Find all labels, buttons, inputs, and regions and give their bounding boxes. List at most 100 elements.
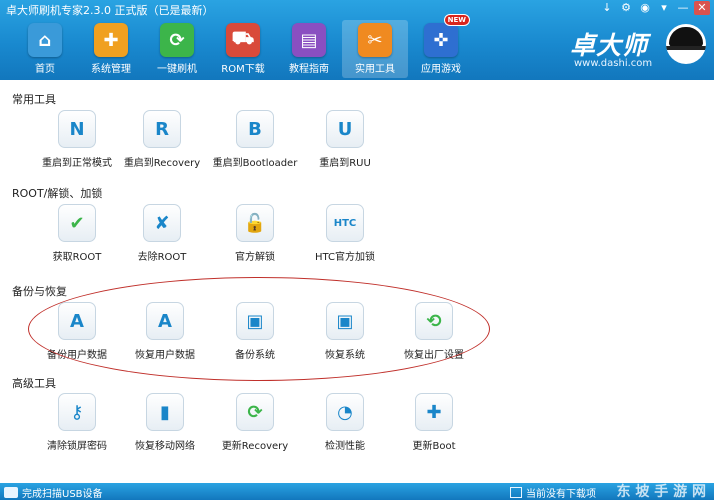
restore-disk-icon: ▣: [326, 302, 364, 340]
signal-icon: ▮: [146, 393, 184, 431]
nav-item-apps[interactable]: ✜ NEW 应用游戏: [408, 14, 474, 78]
medkit-icon: ✚: [94, 23, 128, 57]
app-header: 卓大师刷机专家2.3.0 正式版（已是最新） ↓ ⚙ ◉ ▾ — ✕ ⌂ 首页 …: [0, 0, 714, 80]
usb-status-text: 完成扫描USB设备: [22, 489, 103, 500]
reboot-normal-icon: N: [58, 110, 96, 148]
weibo-icon[interactable]: ◉: [637, 1, 653, 15]
section-title-root: ROOT/解锁、加锁: [12, 187, 103, 200]
download-status-text: 当前没有下载项: [526, 489, 596, 500]
tool-label: 重启到Bootloader: [212, 158, 298, 169]
unlock-icon: 🔓: [236, 204, 274, 242]
reboot-ruu-icon: U: [326, 110, 364, 148]
tool-performance-test[interactable]: ◔ 检测性能: [301, 393, 389, 452]
nav-label: 系统管理: [91, 64, 131, 75]
nav-label: ROM下载: [221, 64, 265, 75]
backup-user-data-icon: A: [58, 302, 96, 340]
tool-factory-reset[interactable]: ⟲ 恢复出厂设置: [390, 302, 478, 361]
tool-backup-user-data[interactable]: A 备份用户数据: [33, 302, 121, 361]
tool-restore-user-data[interactable]: A 恢复用户数据: [121, 302, 209, 361]
nav-label: 一键刷机: [157, 64, 197, 75]
medkit-icon: ✚: [415, 393, 453, 431]
status-bar: 完成扫描USB设备 当前没有下载项 东 坡 手 游 网: [0, 483, 714, 500]
window-controls: ↓ ⚙ ◉ ▾ — ✕: [599, 1, 710, 15]
tool-label: HTC官方加锁: [314, 252, 376, 263]
tool-label: 恢复移动网络: [135, 441, 195, 452]
tool-label: 更新Boot: [412, 441, 456, 452]
tool-restore-mobile-network[interactable]: ▮ 恢复移动网络: [121, 393, 209, 452]
lock-icon: HTC: [326, 204, 364, 242]
download-status[interactable]: 当前没有下载项: [510, 485, 596, 500]
tool-label: 恢复系统: [325, 350, 365, 361]
reboot-bootloader-icon: B: [236, 110, 274, 148]
nav-label: 教程指南: [289, 64, 329, 75]
factory-reset-icon: ⟲: [415, 302, 453, 340]
update-recovery-icon: ⟳: [236, 393, 274, 431]
tool-label: 恢复用户数据: [135, 350, 195, 361]
nav-item-flash[interactable]: ⟳ 一键刷机: [144, 20, 210, 78]
tool-label: 去除ROOT: [137, 252, 187, 263]
section-title-common: 常用工具: [12, 93, 56, 106]
tool-get-root[interactable]: ✔ 获取ROOT: [33, 204, 121, 263]
section-title-advanced: 高级工具: [12, 377, 56, 390]
tool-backup-system[interactable]: ▣ 备份系统: [211, 302, 299, 361]
settings-icon[interactable]: ⚙: [618, 1, 634, 15]
pie-chart-icon: ◔: [326, 393, 364, 431]
restore-user-data-icon: A: [146, 302, 184, 340]
tool-restore-system[interactable]: ▣ 恢复系统: [301, 302, 389, 361]
usb-status: 完成扫描USB设备: [4, 485, 103, 500]
android-unroot-icon: ✘: [143, 204, 181, 242]
watermark: 东 坡 手 游 网: [616, 484, 707, 500]
tool-label: 官方解锁: [235, 252, 275, 263]
download-icon[interactable]: ↓: [599, 1, 615, 15]
minimize-button[interactable]: —: [675, 1, 691, 15]
home-icon: ⌂: [28, 23, 62, 57]
tool-label: 备份系统: [235, 350, 275, 361]
nav-item-tools[interactable]: ✂ 实用工具: [342, 20, 408, 78]
nav-item-guide[interactable]: ▤ 教程指南: [276, 20, 342, 78]
tool-official-unlock[interactable]: 🔓 官方解锁: [211, 204, 299, 263]
nav-item-system[interactable]: ✚ 系统管理: [78, 20, 144, 78]
tool-reboot-bootloader[interactable]: B 重启到Bootloader: [211, 110, 299, 169]
section-title-backup: 备份与恢复: [12, 285, 67, 298]
nav-label: 实用工具: [355, 64, 395, 75]
menu-icon[interactable]: ▾: [656, 1, 672, 15]
tool-label: 检测性能: [325, 441, 365, 452]
nav-label: 首页: [35, 64, 55, 75]
refresh-icon: ⟳: [160, 23, 194, 57]
tool-label: 更新Recovery: [221, 441, 289, 452]
nav-item-home[interactable]: ⌂ 首页: [12, 20, 78, 78]
tool-label: 备份用户数据: [47, 350, 107, 361]
tool-htc-lock[interactable]: HTC HTC官方加锁: [301, 204, 389, 263]
tool-reboot-recovery[interactable]: R 重启到Recovery: [118, 110, 206, 169]
key-icon: ⚷: [58, 393, 96, 431]
nav-item-rom[interactable]: ⛟ ROM下载: [210, 20, 276, 78]
gamepad-icon: ✜ NEW: [424, 14, 470, 57]
download-list-icon: [510, 487, 522, 498]
window-title: 卓大师刷机专家2.3.0 正式版（已是最新）: [6, 4, 214, 17]
brand-url: www.dashi.com: [574, 58, 653, 69]
tool-update-boot[interactable]: ✚ 更新Boot: [390, 393, 478, 452]
new-badge: NEW: [443, 14, 470, 26]
android-root-icon: ✔: [58, 204, 96, 242]
tool-remove-root[interactable]: ✘ 去除ROOT: [118, 204, 206, 263]
reboot-recovery-icon: R: [143, 110, 181, 148]
nav-label: 应用游戏: [421, 64, 461, 75]
tool-label: 恢复出厂设置: [404, 350, 464, 361]
tool-label: 重启到RUU: [319, 158, 371, 169]
tool-label: 重启到Recovery: [123, 158, 201, 169]
tool-reboot-normal[interactable]: N 重启到正常模式: [33, 110, 121, 169]
mascot-icon: [666, 24, 706, 64]
tools-icon: ✂: [358, 23, 392, 57]
tool-reboot-ruu[interactable]: U 重启到RUU: [301, 110, 389, 169]
tool-label: 清除锁屏密码: [47, 441, 107, 452]
tool-label: 重启到正常模式: [42, 158, 112, 169]
cart-icon: ⛟: [226, 23, 260, 57]
brand-logo: 卓大师: [570, 31, 649, 60]
close-button[interactable]: ✕: [694, 1, 710, 15]
book-icon: ▤: [292, 23, 326, 57]
usb-icon: [4, 487, 18, 498]
save-disk-icon: ▣: [236, 302, 274, 340]
tool-clear-lock-password[interactable]: ⚷ 清除锁屏密码: [33, 393, 121, 452]
tool-update-recovery[interactable]: ⟳ 更新Recovery: [211, 393, 299, 452]
main-nav: ⌂ 首页 ✚ 系统管理 ⟳ 一键刷机 ⛟ ROM下载 ▤ 教程指南 ✂ 实用工具…: [12, 14, 474, 78]
